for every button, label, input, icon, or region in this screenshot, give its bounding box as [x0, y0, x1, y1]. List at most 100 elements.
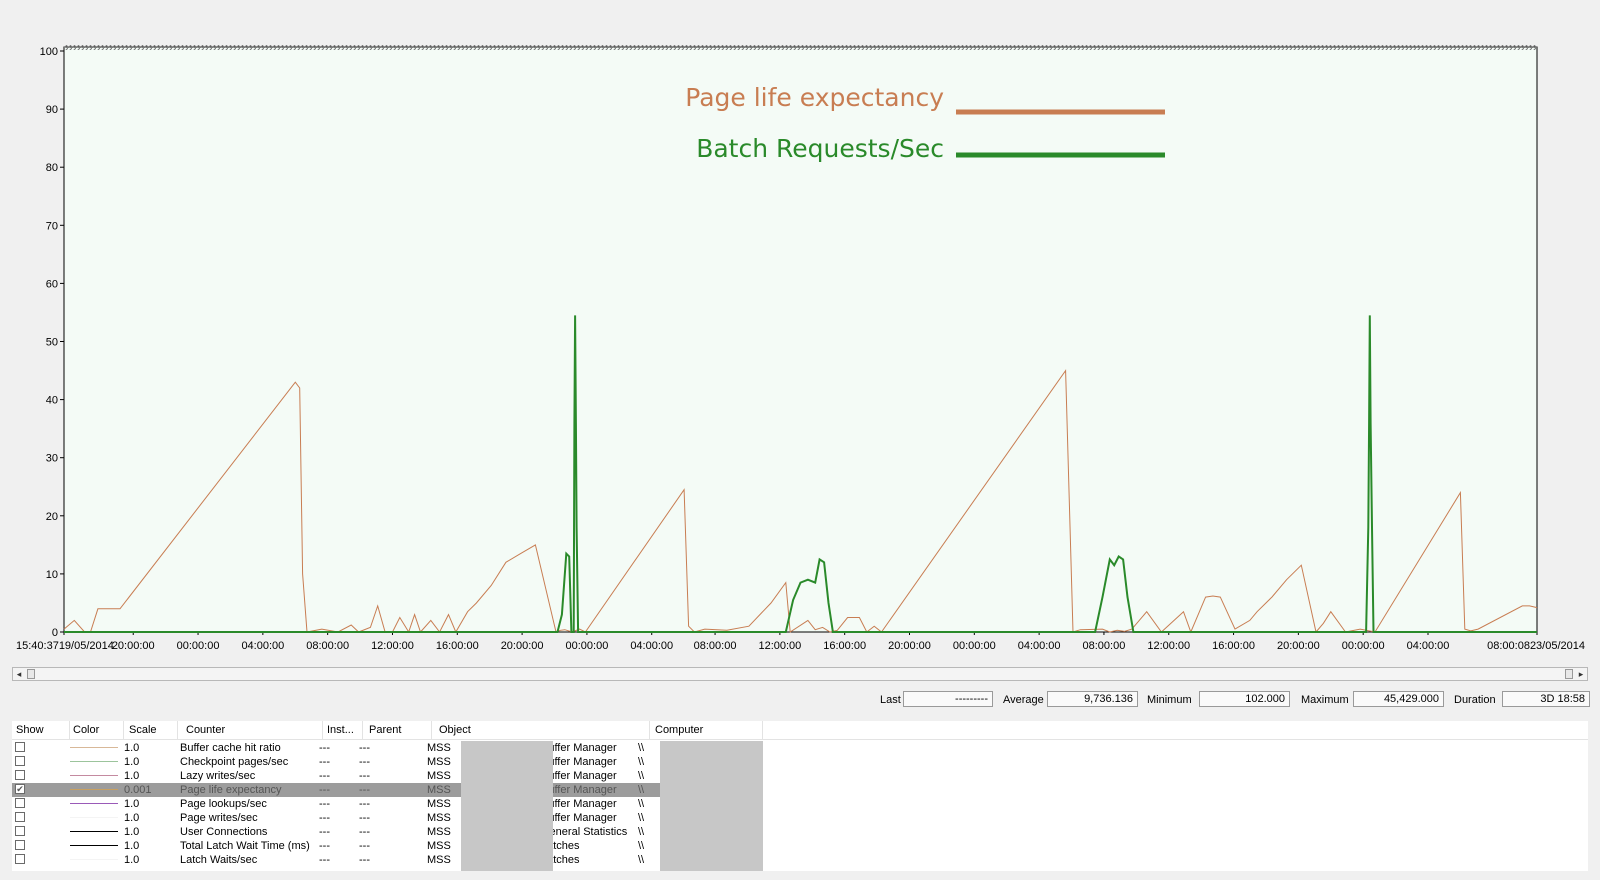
y-axis: 0 10 20 30 40 50 60 70 80 90 100 — [40, 46, 64, 639]
header-object[interactable]: Object — [439, 724, 471, 736]
instance-value: --- — [319, 756, 330, 768]
show-checkbox[interactable] — [15, 840, 25, 850]
y-tick-label: 30 — [46, 453, 58, 465]
y-tick-label: 80 — [46, 162, 58, 174]
x-tick-label: 08:00:0823/05/2014 — [1487, 640, 1585, 652]
object-prefix: MSS — [427, 742, 451, 754]
legend-label: Batch Requests/Sec — [696, 134, 944, 163]
counter-row[interactable]: 1.0 User Connections --- --- MSS General Stat… — [12, 825, 762, 839]
object-prefix: MSS — [427, 784, 451, 796]
object-prefix: MSS — [427, 770, 451, 782]
x-tick-label: 20:00:00 — [501, 640, 544, 652]
counter-row[interactable]: 1.0 Buffer cache hit ratio --- --- MSS Buffer… — [12, 741, 762, 755]
maximum-label: Maximum — [1301, 694, 1349, 706]
counter-name: Page writes/sec — [180, 812, 258, 824]
x-tick-label: 04:00:00 — [1018, 640, 1061, 652]
parent-value: --- — [359, 770, 370, 782]
object-name: General Statistics — [541, 826, 628, 838]
computer-name: \\ — [638, 812, 645, 824]
show-checkbox[interactable] — [15, 770, 25, 780]
show-checkbox[interactable] — [15, 798, 25, 808]
y-tick-label: 60 — [46, 278, 58, 290]
counter-row[interactable]: 1.0 Total Latch Wait Time (ms) --- --- MSS La… — [12, 839, 762, 853]
x-tick-label: 15:40:3719/05/2014 — [16, 640, 114, 652]
color-swatch — [70, 803, 118, 804]
x-tick-label: 00:00:00 — [566, 640, 609, 652]
counter-list-header: Show Color Scale Counter Inst... Parent … — [12, 721, 1588, 740]
counter-name: Lazy writes/sec — [180, 770, 256, 782]
color-swatch — [70, 761, 118, 762]
scroll-end-handle[interactable] — [1565, 669, 1573, 679]
scale-value: 1.0 — [124, 826, 140, 838]
scale-value: 1.0 — [124, 770, 140, 782]
computer-name: \\ — [638, 854, 645, 866]
counter-name: Page life expectancy — [180, 784, 282, 796]
x-tick-label: 16:00:00 — [1212, 640, 1255, 652]
average-label: Average — [1003, 694, 1044, 706]
counter-row[interactable]: 1.0 Page lookups/sec --- --- MSS Buffer Manag… — [12, 797, 762, 811]
show-checkbox[interactable] — [15, 854, 25, 864]
counter-row[interactable]: 1.0 Latch Waits/sec --- --- MSS Latches \\ — [12, 853, 762, 867]
show-checkbox[interactable] — [15, 756, 25, 766]
color-swatch — [70, 831, 118, 832]
y-tick-label: 90 — [46, 104, 58, 116]
y-tick-label: 100 — [40, 46, 58, 58]
header-scale[interactable]: Scale — [129, 724, 157, 736]
x-tick-label: 20:00:00 — [1277, 640, 1320, 652]
chart-canvas: 0 10 20 30 40 50 60 70 80 90 100 15:40:3719/05/201… — [16, 45, 1585, 652]
parent-value: --- — [359, 798, 370, 810]
scale-value: 1.0 — [124, 812, 140, 824]
x-tick-label: 00:00:00 — [177, 640, 220, 652]
stats-bar: Last --------- Average 9,736.136 Minimum… — [0, 691, 1600, 711]
x-axis: 15:40:3719/05/2014 20:00:00 00:00:00 04:00:… — [16, 632, 1585, 652]
scroll-left-arrow-icon[interactable]: ◂ — [13, 668, 25, 680]
show-checkbox[interactable] — [15, 812, 25, 822]
header-show[interactable]: Show — [16, 724, 44, 736]
computer-name: \\ — [638, 742, 645, 754]
color-swatch — [70, 817, 118, 818]
header-computer[interactable]: Computer — [655, 724, 703, 736]
x-tick-label: 12:00:00 — [758, 640, 801, 652]
counter-name: User Connections — [180, 826, 268, 838]
counter-name: Latch Waits/sec — [180, 854, 258, 866]
instance-value: --- — [319, 854, 330, 866]
counter-row[interactable]: 1.0 Page writes/sec --- --- MSS Buffer Manage… — [12, 811, 762, 825]
instance-value: --- — [319, 812, 330, 824]
instance-value: --- — [319, 784, 330, 796]
show-checkbox[interactable] — [15, 826, 25, 836]
show-checkbox[interactable]: ✔ — [15, 784, 25, 794]
object-prefix: MSS — [427, 756, 451, 768]
x-tick-label: 20:00:00 — [888, 640, 931, 652]
x-tick-label: 12:00:00 — [1147, 640, 1190, 652]
scale-value: 0.001 — [124, 784, 152, 796]
scroll-right-arrow-icon[interactable]: ▸ — [1575, 668, 1587, 680]
computer-name: \\ — [638, 798, 645, 810]
header-color[interactable]: Color — [73, 724, 99, 736]
duration-label: Duration — [1454, 694, 1496, 706]
parent-value: --- — [359, 742, 370, 754]
object-prefix: MSS — [427, 854, 451, 866]
header-instance[interactable]: Inst... — [327, 724, 354, 736]
scale-value: 1.0 — [124, 798, 140, 810]
y-tick-label: 50 — [46, 337, 58, 349]
x-tick-label: 08:00:00 — [1083, 640, 1126, 652]
instance-value: --- — [319, 770, 330, 782]
header-parent[interactable]: Parent — [369, 724, 401, 736]
color-swatch — [70, 789, 118, 790]
y-tick-label: 40 — [46, 395, 58, 407]
parent-value: --- — [359, 756, 370, 768]
counter-row[interactable]: 1.0 Checkpoint pages/sec --- --- MSS Buffer M… — [12, 755, 762, 769]
counter-row[interactable]: ✔ 0.001 Page life expectancy --- --- MSS Buffe… — [12, 783, 762, 797]
timeline-scrollbar[interactable]: ◂ ▸ — [12, 667, 1588, 681]
minimum-value: 102.000 — [1199, 691, 1290, 707]
show-checkbox[interactable] — [15, 742, 25, 752]
object-prefix: MSS — [427, 798, 451, 810]
counter-name: Page lookups/sec — [180, 798, 267, 810]
scroll-start-handle[interactable] — [27, 669, 35, 679]
x-tick-label: 16:00:00 — [436, 640, 479, 652]
counter-row[interactable]: 1.0 Lazy writes/sec --- --- MSS Buffer Manage… — [12, 769, 762, 783]
header-counter[interactable]: Counter — [186, 724, 225, 736]
last-value: --------- — [903, 691, 993, 707]
counter-name: Checkpoint pages/sec — [180, 756, 289, 768]
counter-list: Show Color Scale Counter Inst... Parent … — [12, 721, 1588, 871]
